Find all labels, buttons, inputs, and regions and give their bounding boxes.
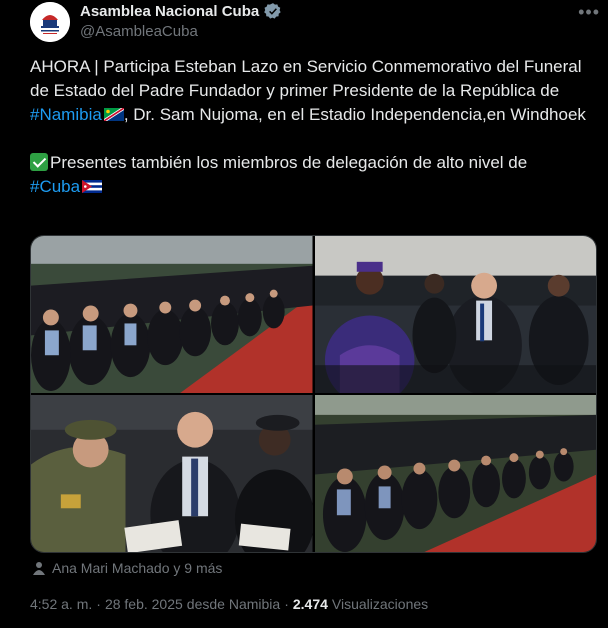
views-count: 2.474 xyxy=(292,596,328,612)
views-label: Visualizaciones xyxy=(331,596,429,612)
parliament-logo-icon xyxy=(30,2,70,42)
tweet-text-segment: , Dr. Sam Nujoma, en el Estadio Independ… xyxy=(123,105,586,124)
tagged-users-text: Ana Mari Machado y 9 más xyxy=(52,560,223,576)
more-options-icon[interactable]: ••• xyxy=(578,2,600,23)
meta-separator: · xyxy=(96,596,101,612)
tagged-users[interactable]: Ana Mari Machado y 9 más xyxy=(32,560,222,576)
photo-delegation-seated[interactable] xyxy=(314,236,596,393)
tweet-paragraph-1: AHORA | Participa Esteban Lazo en Servic… xyxy=(30,55,590,127)
person-icon xyxy=(33,562,45,575)
meta-separator: · xyxy=(284,596,289,612)
tweet-source: desde Namibia xyxy=(186,596,281,612)
hashtag-cuba[interactable]: #Cuba xyxy=(30,177,80,196)
photo-stadium-rows[interactable] xyxy=(314,395,596,552)
tweet-text-segment: AHORA | Participa Esteban Lazo en Servic… xyxy=(30,57,582,100)
tweet-time[interactable]: 4:52 a. m. xyxy=(30,596,92,612)
verified-badge-icon xyxy=(264,3,281,19)
avatar[interactable] xyxy=(30,2,70,42)
tweet-date[interactable]: 28 feb. 2025 xyxy=(105,596,183,612)
cuba-flag-icon xyxy=(82,180,103,193)
hashtag-namibia[interactable]: #Namibia xyxy=(30,105,102,124)
name-row: Asamblea Nacional Cuba xyxy=(80,2,282,20)
tweet-header: Asamblea Nacional Cuba @AsambleaCuba ••• xyxy=(30,0,600,44)
media-grid xyxy=(30,235,597,553)
tweet-text-segment: Presentes también los miembros de delega… xyxy=(50,153,528,172)
photo-delegation-rows[interactable] xyxy=(31,236,313,393)
handle[interactable]: @AsambleaCuba xyxy=(80,23,198,40)
tweet-paragraph-2: Presentes también los miembros de delega… xyxy=(30,151,590,199)
display-name[interactable]: Asamblea Nacional Cuba xyxy=(80,3,259,20)
tweet: Asamblea Nacional Cuba @AsambleaCuba •••… xyxy=(0,0,608,628)
check-mark-icon xyxy=(30,153,48,171)
namibia-flag-icon xyxy=(103,108,124,121)
photo-delegation-closeup[interactable] xyxy=(31,395,313,552)
tweet-text: AHORA | Participa Esteban Lazo en Servic… xyxy=(30,55,590,199)
tweet-meta: 4:52 a. m. · 28 feb. 2025 desde Namibia … xyxy=(30,596,428,612)
